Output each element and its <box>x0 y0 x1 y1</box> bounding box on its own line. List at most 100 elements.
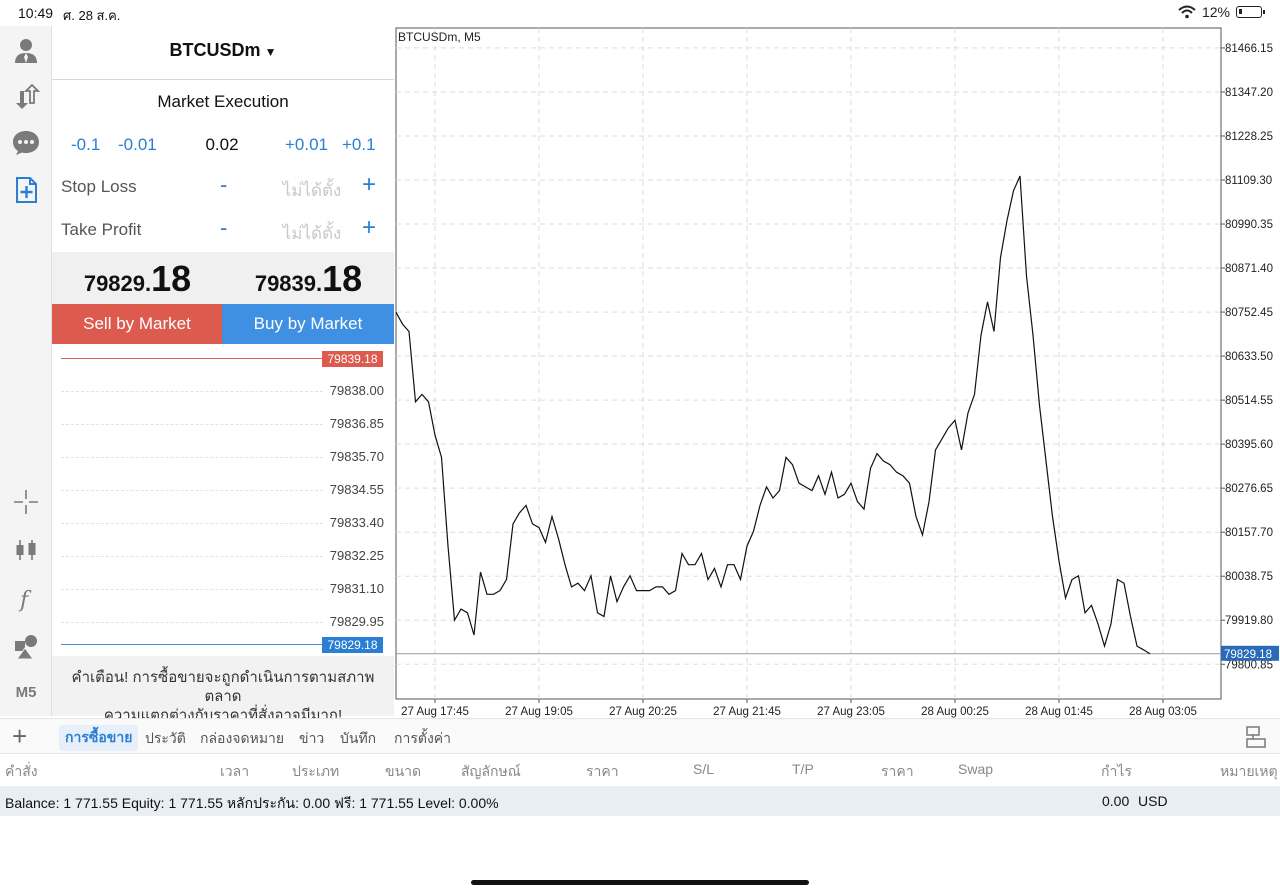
sell-button[interactable]: Sell by Market <box>52 304 222 344</box>
status-date: ศ. 28 ส.ค. <box>63 8 121 23</box>
tab-settings[interactable]: การตั้งค่า <box>394 728 451 750</box>
volume-minus-small-button[interactable]: -0.01 <box>118 135 157 155</box>
home-indicator[interactable] <box>471 880 809 885</box>
y-tick-label: 80395.60 <box>1225 439 1273 451</box>
volume-plus-large-button[interactable]: +0.1 <box>342 135 376 155</box>
new-order-icon[interactable] <box>8 172 44 208</box>
x-tick-label: 27 Aug 17:45 <box>401 706 469 718</box>
tab-journal[interactable]: บันทึก <box>340 728 376 750</box>
candlestick-icon[interactable] <box>8 532 44 568</box>
execution-type[interactable]: Market Execution <box>52 92 394 112</box>
stop-loss-plus-button[interactable]: + <box>362 171 376 199</box>
y-tick-label: 80514.55 <box>1225 395 1273 407</box>
layout-icon[interactable] <box>1244 725 1268 749</box>
volume-value[interactable]: 0.02 <box>182 135 262 155</box>
tab-bar: + การซื้อขาย ประวัติ กล่องจดหมาย ข่าว บั… <box>0 718 1280 754</box>
tick-gridline <box>61 424 323 425</box>
ask-line <box>61 358 323 359</box>
y-tick-label: 80871.40 <box>1225 263 1273 275</box>
trade-arrows-icon[interactable] <box>8 78 44 114</box>
col-sl[interactable]: S/L <box>693 761 714 777</box>
y-tick-label: 80157.70 <box>1225 527 1273 539</box>
col-profit[interactable]: กำไร <box>1101 761 1132 783</box>
add-icon[interactable]: + <box>12 723 27 749</box>
tab-news[interactable]: ข่าว <box>299 728 324 750</box>
profit-currency: USD <box>1138 793 1168 809</box>
account-icon[interactable] <box>8 32 44 68</box>
bid-line <box>61 644 323 645</box>
tick-gridline <box>61 523 323 524</box>
bid-price-tag: 79829.18 <box>322 637 383 653</box>
tab-history[interactable]: ประวัติ <box>145 728 186 750</box>
tick-level-label: 79836.85 <box>329 416 384 431</box>
col-order[interactable]: คำสั่ง <box>5 761 38 783</box>
crosshair-icon[interactable] <box>8 484 44 520</box>
y-tick-label: 80276.65 <box>1225 483 1273 495</box>
chart-svg[interactable]: 81466.15 81347.20 81228.25 81109.30 80990.35… <box>395 26 1280 718</box>
tick-level-label: 79834.55 <box>329 482 384 497</box>
symbol-selector[interactable]: BTCUSDm ▼ <box>52 40 394 61</box>
price-row: 79829.18 79839.18 <box>52 252 394 304</box>
table-header: คำสั่ง เวลา ประเภท ขนาด สัญลักษณ์ ราคา S… <box>0 756 1280 784</box>
col-size[interactable]: ขนาด <box>385 761 421 783</box>
svg-text:f: f <box>18 588 32 613</box>
volume-plus-small-button[interactable]: +0.01 <box>285 135 328 155</box>
y-tick-label: 81347.20 <box>1225 87 1273 99</box>
take-profit-value[interactable]: ไม่ได้ตั้ง <box>262 220 362 247</box>
symbol-name: BTCUSDm <box>169 40 261 60</box>
warning-text: คำเตือน! การซื้อขายจะถูกดำเนินการตามสภาพ… <box>60 668 386 725</box>
col-price[interactable]: ราคา <box>586 761 619 783</box>
balance-summary: Balance: 1 771.55 Equity: 1 771.55 หลักป… <box>5 795 499 811</box>
stop-loss-minus-button[interactable]: - <box>220 172 227 198</box>
x-tick-label: 27 Aug 20:25 <box>609 706 677 718</box>
col-comment[interactable]: หมายเหตุ <box>1220 761 1278 783</box>
tick-gridline <box>61 391 323 392</box>
timeframe-label[interactable]: M5 <box>8 674 44 710</box>
battery-percent: 12% <box>1201 4 1230 20</box>
col-symbol[interactable]: สัญลักษณ์ <box>461 761 521 783</box>
tick-level-label: 79831.10 <box>329 581 384 596</box>
indicator-f-icon[interactable]: f <box>8 580 44 616</box>
tab-mailbox[interactable]: กล่องจดหมาย <box>200 728 284 750</box>
tick-gridline <box>61 457 323 458</box>
plot-frame <box>395 27 1222 700</box>
bid-price: 79829.18 <box>52 258 223 300</box>
col-current-price[interactable]: ราคา <box>881 761 914 783</box>
y-tick-label: 79919.80 <box>1225 615 1273 627</box>
stop-loss-value[interactable]: ไม่ได้ตั้ง <box>262 177 362 204</box>
total-profit: 0.00 <box>1102 793 1130 809</box>
wifi-icon <box>1178 5 1196 19</box>
y-tick-label: 80038.75 <box>1225 571 1273 583</box>
col-type[interactable]: ประเภท <box>292 761 339 783</box>
status-time: 10:49 <box>18 5 54 21</box>
stop-loss-label: Stop Loss <box>61 177 137 196</box>
objects-icon[interactable] <box>8 628 44 664</box>
volume-minus-large-button[interactable]: -0.1 <box>71 135 100 155</box>
left-toolbar: f M5 <box>0 26 52 716</box>
balance-row: Balance: 1 771.55 Equity: 1 771.55 หลักป… <box>0 786 1280 816</box>
y-tick-label: 80752.45 <box>1225 307 1273 319</box>
tick-gridline <box>61 622 323 623</box>
chat-icon[interactable] <box>8 124 44 160</box>
tick-gridline <box>61 556 323 557</box>
col-swap[interactable]: Swap <box>958 761 993 777</box>
x-tick-label: 27 Aug 19:05 <box>505 706 573 718</box>
tick-gridline <box>61 589 323 590</box>
divider <box>52 79 394 80</box>
tick-level-label: 79833.40 <box>329 515 384 530</box>
ask-price: 79839.18 <box>223 258 394 300</box>
ask-price-main: 79839. <box>254 271 323 296</box>
price-chart[interactable]: 81466.15 81347.20 81228.25 81109.30 80990.35… <box>395 26 1280 718</box>
buy-button[interactable]: Buy by Market <box>222 304 394 344</box>
status-bar: 10:49 ศ. 28 ส.ค. 12% <box>0 0 1280 26</box>
y-tick-label: 81228.25 <box>1225 131 1273 143</box>
battery-icon <box>1236 6 1265 18</box>
take-profit-plus-button[interactable]: + <box>362 214 376 242</box>
chevron-down-icon: ▼ <box>264 45 277 59</box>
take-profit-minus-button[interactable]: - <box>220 215 227 241</box>
col-tp[interactable]: T/P <box>792 761 814 777</box>
x-tick-label: 27 Aug 21:45 <box>713 706 781 718</box>
status-right: 12% <box>1178 4 1265 20</box>
col-time[interactable]: เวลา <box>220 761 249 783</box>
tab-trade[interactable]: การซื้อขาย <box>59 725 139 751</box>
